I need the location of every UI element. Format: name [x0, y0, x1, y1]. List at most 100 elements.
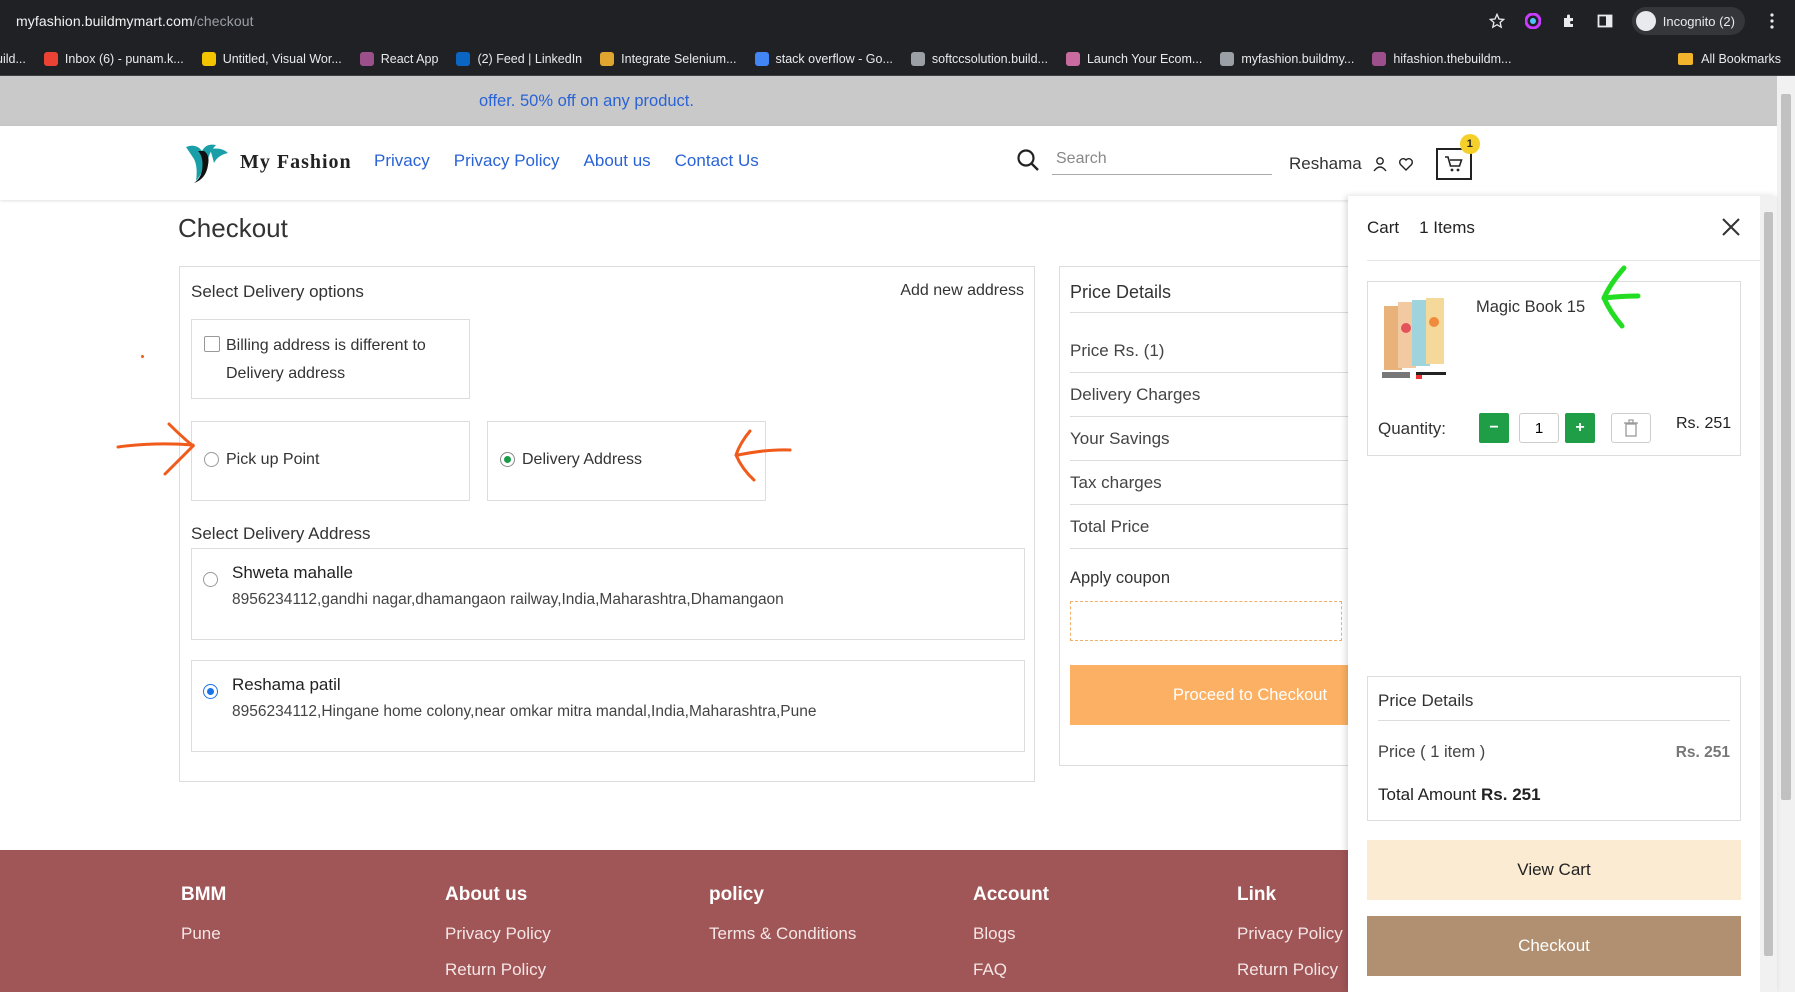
product-name[interactable]: Magic Book 15: [1476, 298, 1585, 317]
nav-link-about-us[interactable]: About us: [584, 151, 651, 171]
footer-column-bmm: BMM Pune: [181, 884, 226, 960]
username[interactable]: Reshama: [1289, 154, 1362, 174]
search-icon[interactable]: [1016, 148, 1040, 172]
bookmark-item[interactable]: hifashion.thebuildm...: [1372, 51, 1511, 66]
delivery-address-option[interactable]: Delivery Address: [487, 421, 766, 501]
product-thumbnail[interactable]: [1378, 292, 1458, 384]
address-card[interactable]: Shweta mahalle 8956234112,gandhi nagar,d…: [191, 548, 1025, 640]
close-icon[interactable]: [1720, 216, 1742, 238]
bookmark-item[interactable]: stack overflow - Go...: [754, 51, 893, 66]
coupon-input[interactable]: [1070, 601, 1342, 641]
bookmark-item[interactable]: uild...: [0, 52, 26, 66]
total-amount-label: Total Amount: [1378, 785, 1477, 804]
delivery-address-label: Delivery Address: [522, 451, 643, 468]
side-panel-icon[interactable]: [1596, 12, 1614, 30]
extension-color-icon[interactable]: [1524, 12, 1542, 30]
quantity-input[interactable]: [1519, 413, 1559, 443]
bookmark-item[interactable]: Integrate Selenium...: [600, 51, 737, 66]
cart-item: Magic Book 15 Quantity: − + Rs. 251: [1367, 281, 1741, 456]
promo-banner: offer. 50% off on any product.: [0, 76, 1777, 126]
pickup-point-radio[interactable]: [204, 452, 219, 467]
search-input[interactable]: [1052, 144, 1272, 175]
user-icon[interactable]: [1372, 156, 1388, 172]
footer-link[interactable]: FAQ: [973, 960, 1049, 980]
site-logo[interactable]: My Fashion: [182, 141, 352, 183]
divider: [1070, 548, 1360, 549]
pickup-point-label: Pick up Point: [226, 451, 320, 468]
page-scrollbar[interactable]: [1777, 76, 1795, 992]
apply-coupon-label: Apply coupon: [1070, 569, 1170, 587]
all-bookmarks-button[interactable]: All Bookmarks: [1678, 42, 1781, 75]
drawer-scrollbar[interactable]: [1760, 196, 1777, 992]
nav-link-privacy[interactable]: Privacy: [374, 151, 430, 171]
footer-link[interactable]: Privacy Policy: [445, 924, 551, 944]
address-radio[interactable]: [203, 572, 218, 587]
url-path: /checkout: [192, 13, 254, 29]
promo-text[interactable]: offer. 50% off on any product.: [479, 92, 694, 111]
bookmark-item[interactable]: React App: [359, 51, 438, 66]
main-nav: Privacy Privacy Policy About us Contact …: [374, 151, 759, 171]
site-header: My Fashion Privacy Privacy Policy About …: [0, 126, 1777, 200]
divider: [1070, 504, 1360, 505]
add-new-address-link[interactable]: Add new address: [900, 282, 1024, 300]
address-line: 8956234112,gandhi nagar,dhamangaon railw…: [232, 591, 784, 608]
summary-price-label: Price ( 1 item ): [1378, 743, 1486, 761]
footer-link[interactable]: Pune: [181, 924, 226, 944]
divider: [1070, 372, 1360, 373]
billing-different-label: Billing address is different to Delivery…: [226, 337, 426, 382]
footer-heading: BMM: [181, 884, 227, 905]
delivery-address-radio[interactable]: [500, 452, 515, 467]
bookmark-item[interactable]: myfashion.buildmy...: [1220, 51, 1354, 66]
bookmark-favicon-icon: [910, 51, 925, 66]
bookmark-item[interactable]: Launch Your Ecom...: [1065, 51, 1203, 66]
bookmark-item[interactable]: (2) Feed | LinkedIn: [456, 51, 582, 66]
bookmark-label: Launch Your Ecom...: [1086, 51, 1203, 66]
savings-row: Your Savings: [1070, 429, 1170, 448]
cart-drawer-title: Cart: [1367, 218, 1400, 237]
increase-quantity-button[interactable]: +: [1565, 413, 1595, 443]
bookmark-item[interactable]: softccsolution.build...: [910, 51, 1048, 66]
item-price: Rs. 251: [1676, 415, 1732, 432]
cart-drawer: Cart 1 Items Magic Book 15 Quantity: − +…: [1348, 196, 1777, 992]
cart-button[interactable]: 1: [1435, 134, 1480, 180]
footer-link[interactable]: Blogs: [973, 924, 1049, 944]
summary-heading: Price Details: [1378, 691, 1474, 710]
browser-menu-icon[interactable]: [1763, 12, 1781, 30]
bookmark-item[interactable]: Inbox (6) - punam.k...: [43, 51, 184, 66]
select-delivery-address-heading: Select Delivery Address: [191, 524, 371, 543]
bookmark-star-icon[interactable]: [1488, 12, 1506, 30]
bookmark-favicon-icon: [754, 51, 769, 66]
price-details-heading: Price Details: [1070, 282, 1172, 302]
footer-column-account: Account Blogs FAQ: [973, 884, 1049, 992]
nav-link-privacy-policy[interactable]: Privacy Policy: [454, 151, 560, 171]
page-scroll-thumb[interactable]: [1781, 94, 1791, 800]
footer-link[interactable]: Privacy Policy: [1237, 924, 1343, 944]
remove-item-button[interactable]: [1611, 413, 1651, 443]
address-radio[interactable]: [203, 684, 218, 699]
browser-url-bar[interactable]: myfashion.buildmymart.com/checkout Incog…: [0, 0, 1795, 42]
footer-link[interactable]: Return Policy: [445, 960, 551, 980]
footer-link[interactable]: Terms & Conditions: [709, 924, 856, 944]
footer-link[interactable]: Return Policy: [1237, 960, 1343, 980]
address-line: 8956234112,Hingane home colony,near omka…: [232, 703, 817, 720]
bookmark-item[interactable]: Untitled, Visual Wor...: [201, 51, 342, 66]
footer-column-about: About us Privacy Policy Return Policy: [445, 884, 551, 992]
drawer-scroll-thumb[interactable]: [1764, 212, 1773, 956]
nav-link-contact-us[interactable]: Contact Us: [675, 151, 759, 171]
profile-label: Incognito (2): [1662, 13, 1735, 29]
billing-address-option[interactable]: Billing address is different to Delivery…: [191, 319, 470, 399]
decrease-quantity-button[interactable]: −: [1479, 413, 1509, 443]
proceed-to-checkout-button[interactable]: Proceed to Checkout: [1070, 665, 1360, 725]
extensions-puzzle-icon[interactable]: [1560, 12, 1578, 30]
address-field[interactable]: myfashion.buildmymart.com/checkout: [16, 13, 254, 29]
price-details-card: Price Details Price Rs. (1) Delivery Cha…: [1059, 266, 1360, 766]
view-cart-button[interactable]: View Cart: [1367, 840, 1741, 900]
divider: [1070, 460, 1360, 461]
address-card[interactable]: Reshama patil 8956234112,Hingane home co…: [191, 660, 1025, 752]
wishlist-heart-icon[interactable]: [1398, 156, 1414, 172]
billing-different-checkbox[interactable]: [204, 336, 220, 352]
delivery-options-heading: Select Delivery options: [191, 282, 364, 301]
incognito-profile-button[interactable]: Incognito (2): [1631, 7, 1745, 35]
checkout-button[interactable]: Checkout: [1367, 916, 1741, 976]
pickup-point-option[interactable]: Pick up Point: [191, 421, 470, 501]
